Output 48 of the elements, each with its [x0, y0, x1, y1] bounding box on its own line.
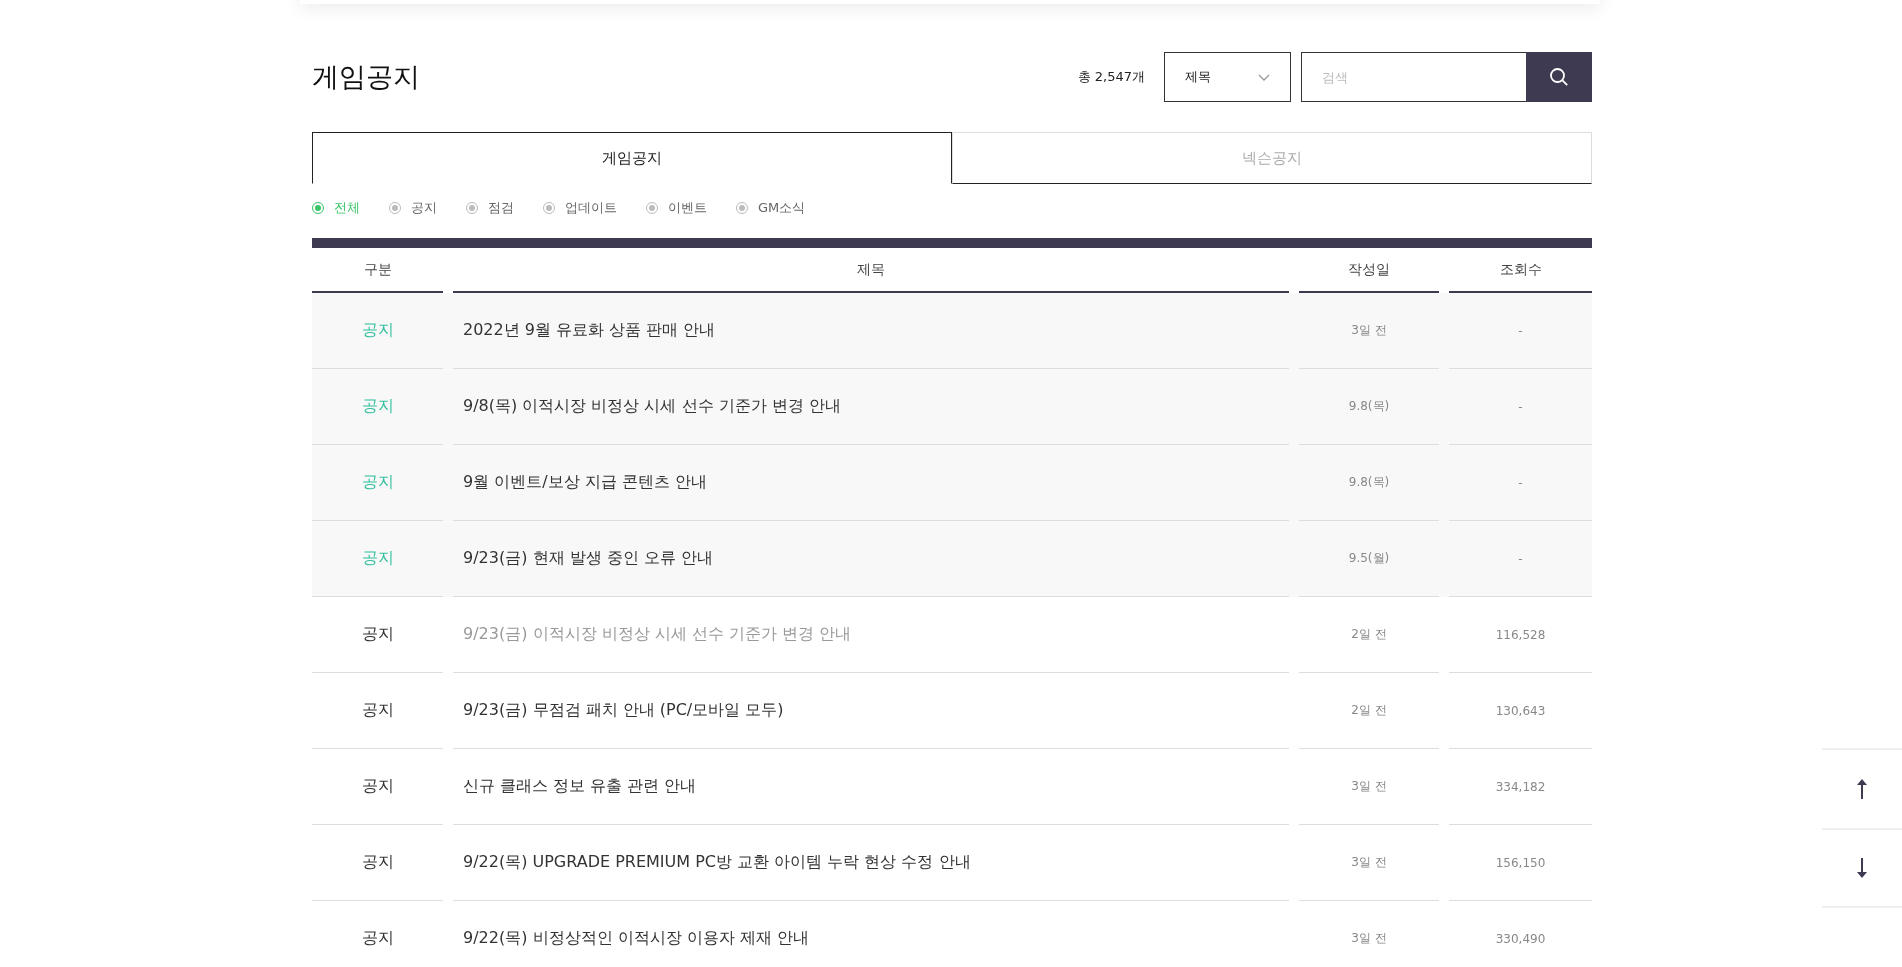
post-title-cell[interactable]: 9/22(목) UPGRADE PREMIUM PC방 교환 아이템 누락 현상 수정 안내 — [453, 825, 1289, 901]
page-title: 게임공지 — [312, 60, 420, 94]
table-cell: 2일 전 — [1299, 597, 1439, 673]
table-row[interactable]: 공지 9/23(금) 현재 발생 중인 오류 안내 9.5(월) - — [312, 521, 1592, 597]
table-cell: 공지 — [312, 825, 443, 901]
table-cell: 공지 — [312, 749, 443, 825]
search-icon — [1549, 67, 1569, 87]
chevron-down-icon — [1258, 73, 1270, 81]
filter-label[interactable]: 공지 — [411, 199, 437, 217]
search-button[interactable] — [1526, 52, 1592, 102]
table-row[interactable]: 공지 신규 클래스 정보 유출 관련 안내 3일 전 334,182 — [312, 749, 1592, 825]
table-cell: 공지 — [312, 521, 443, 597]
table-row[interactable]: 공지 2022년 9월 유료화 상품 판매 안내 3일 전 - — [312, 293, 1592, 369]
table-cell: 116,528 — [1449, 597, 1592, 673]
filter-label[interactable]: 업데이트 — [565, 199, 617, 217]
table-row[interactable]: 공지 9월 이벤트/보상 지급 콘텐츠 안내 9.8(목) - — [312, 445, 1592, 521]
table-row[interactable]: 공지 9/8(목) 이적시장 비정상 시세 선수 기준가 변경 안내 9.8(목) - — [312, 369, 1592, 445]
table-cell: 3일 전 — [1299, 825, 1439, 901]
table-cell: 3일 전 — [1299, 749, 1439, 825]
filter-label[interactable]: 점검 — [488, 199, 514, 217]
tab[interactable]: 게임공지 — [312, 132, 952, 184]
table-cell: 334,182 — [1449, 749, 1592, 825]
table-cell: 공지 — [312, 901, 443, 967]
table-row[interactable]: 공지 9/22(목) 비정상적인 이적시장 이용자 제재 안내 3일 전 330,490 — [312, 901, 1592, 967]
filter-label[interactable]: 이벤트 — [668, 199, 707, 217]
table-row[interactable]: 공지 9/23(금) 무점검 패치 안내 (PC/모바일 모두) 2일 전 130,643 — [312, 673, 1592, 749]
table-cell: 9.5(월) — [1299, 521, 1439, 597]
post-title-cell[interactable]: 9/23(금) 현재 발생 중인 오류 안내 — [453, 521, 1289, 597]
table-row[interactable]: 공지 9/22(목) UPGRADE PREMIUM PC방 교환 아이템 누락 현상 수정 안내 3일 전 156,150 — [312, 825, 1592, 901]
table-cell: 공지 — [312, 673, 443, 749]
post-title-cell[interactable]: 신규 클래스 정보 유출 관련 안내 — [453, 749, 1289, 825]
table-cell: 3일 전 — [1299, 901, 1439, 967]
post-title-cell[interactable]: 9/22(목) 비정상적인 이적시장 이용자 제재 안내 — [453, 901, 1289, 967]
table-row[interactable]: 공지 9/23(금) 이적시장 비정상 시세 선수 기준가 변경 안내 2일 전 116,528 — [312, 597, 1592, 673]
total-count: 총 2,547개 — [1077, 68, 1145, 86]
table-cell: 156,150 — [1449, 825, 1592, 901]
arrow-down-icon — [1856, 858, 1868, 878]
table-cell: 330,490 — [1449, 901, 1592, 967]
post-title-cell[interactable]: 9/23(금) 무점검 패치 안내 (PC/모바일 모두) — [453, 673, 1289, 749]
table-cell: 2일 전 — [1299, 673, 1439, 749]
scroll-bottom-button[interactable] — [1822, 828, 1902, 908]
table-cell: 130,643 — [1449, 673, 1592, 749]
arrow-up-icon — [1856, 779, 1868, 799]
filter-label[interactable]: GM소식 — [758, 199, 806, 217]
search-type-dropdown[interactable]: 제목 — [1164, 52, 1291, 102]
search-field[interactable]: 검색 — [1301, 52, 1526, 102]
table-cell: 공지 — [312, 597, 443, 673]
table-cell: - — [1449, 521, 1592, 597]
